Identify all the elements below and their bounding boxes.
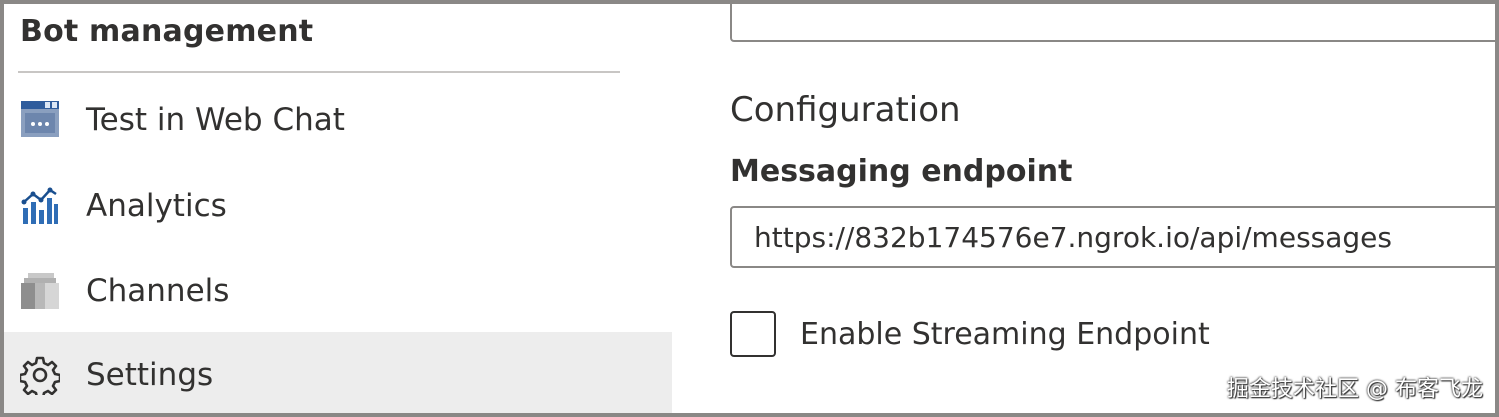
enable-streaming-checkbox[interactable]: [730, 311, 776, 357]
configuration-heading: Configuration: [730, 90, 961, 130]
section-divider: [18, 71, 620, 73]
sidebar-item-label: Analytics: [86, 188, 227, 224]
watermark: 掘金技术社区 @ 布客飞龙: [1227, 377, 1483, 402]
sidebar: Bot management Test in Web Chat Analytic…: [4, 4, 676, 413]
analytics-icon: [18, 184, 62, 228]
section-title: Bot management: [20, 14, 314, 49]
web-chat-icon: [18, 98, 62, 142]
gear-icon: [18, 353, 62, 397]
sidebar-item-label: Channels: [86, 273, 230, 309]
messaging-endpoint-label: Messaging endpoint: [730, 154, 1073, 189]
sidebar-item-test-in-web-chat[interactable]: Test in Web Chat: [4, 79, 672, 161]
sidebar-item-analytics[interactable]: Analytics: [4, 165, 672, 247]
sidebar-item-label: Settings: [86, 356, 214, 393]
settings-panel: Configuration Messaging endpoint Enable …: [676, 4, 1495, 413]
enable-streaming-label: Enable Streaming Endpoint: [800, 316, 1210, 352]
sidebar-item-channels[interactable]: Channels: [4, 250, 672, 332]
app-frame: Bot management Test in Web Chat Analytic…: [0, 0, 1499, 417]
sidebar-item-settings[interactable]: Settings: [4, 332, 672, 413]
sidebar-item-label: Test in Web Chat: [86, 102, 345, 138]
messaging-endpoint-input[interactable]: [730, 206, 1495, 268]
previous-field-input[interactable]: [730, 4, 1495, 42]
channels-icon: [18, 269, 62, 313]
streaming-endpoint-option[interactable]: Enable Streaming Endpoint: [730, 309, 1210, 359]
